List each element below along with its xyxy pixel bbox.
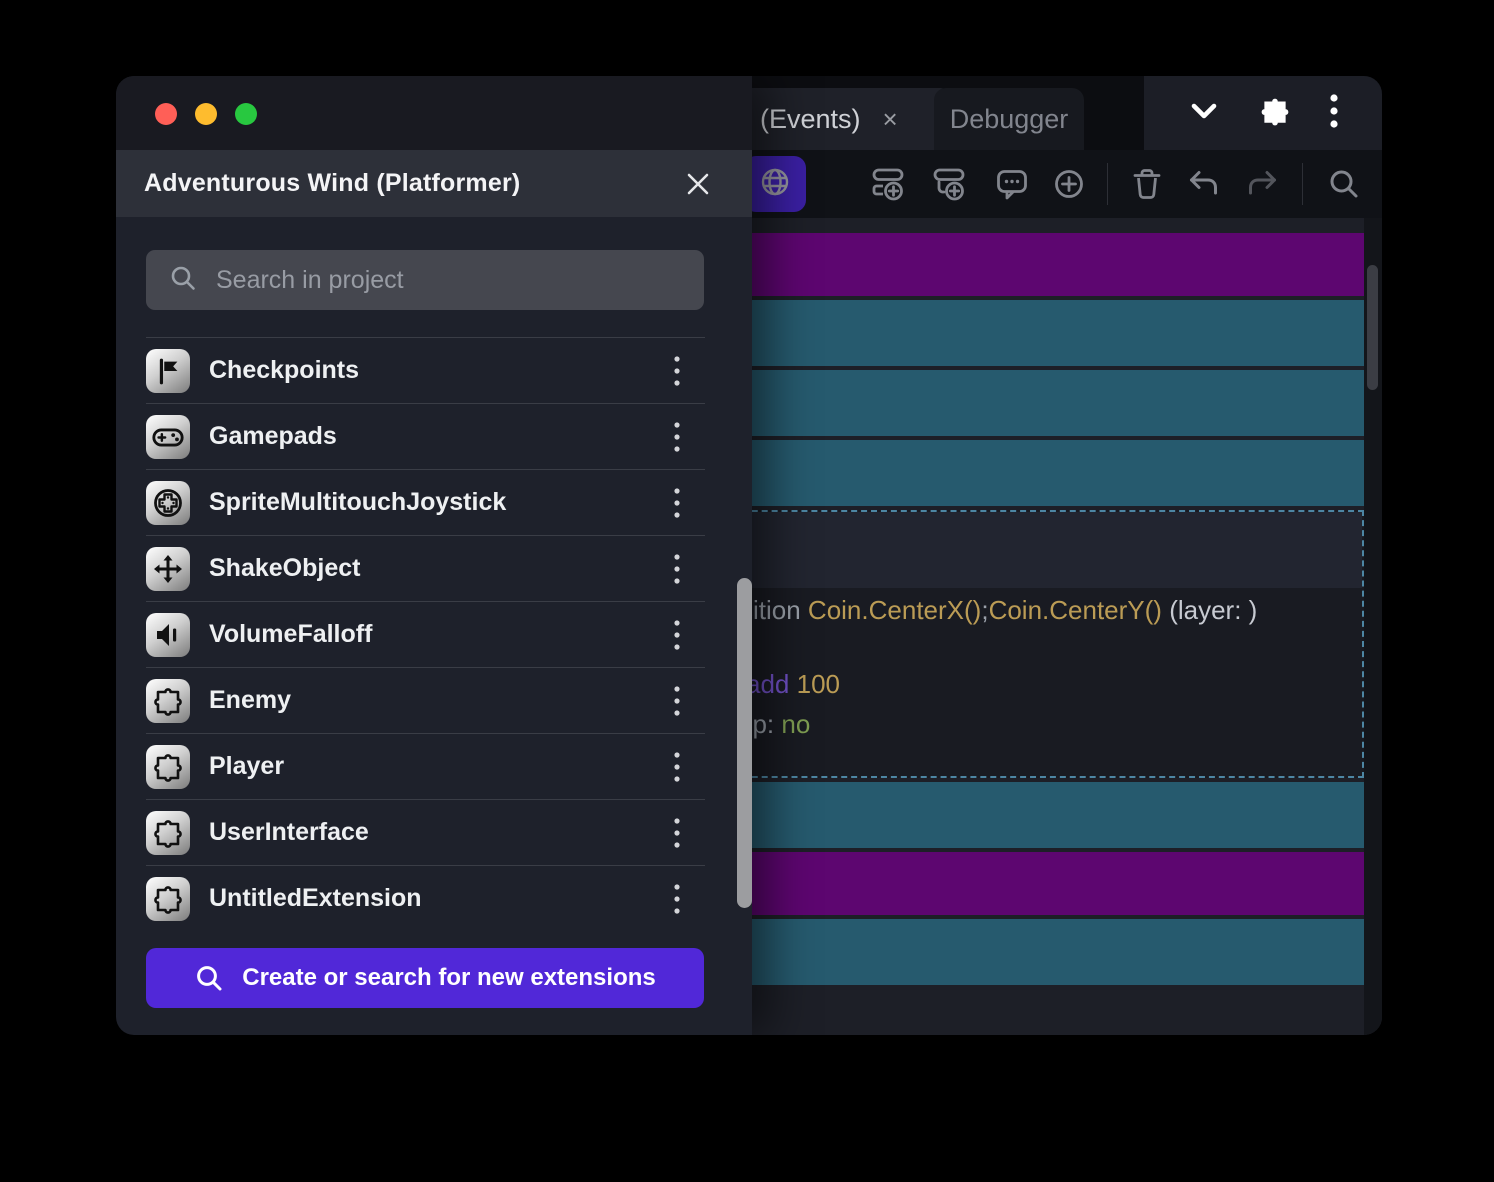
extension-name: Gamepads	[209, 422, 337, 451]
puzzle-icon	[146, 877, 190, 921]
event-condition-area[interactable]	[752, 512, 1362, 588]
events-rows: sition Coin.CenterX();Coin.CenterY() (la…	[752, 218, 1364, 989]
undo-icon[interactable]	[1182, 150, 1226, 218]
kebab-menu-icon[interactable]	[1329, 91, 1339, 136]
extension-list-item[interactable]: VolumeFalloff	[146, 601, 705, 667]
event-action-text: sition Coin.CenterX();Coin.CenterY() (la…	[752, 594, 1362, 626]
item-menu-icon[interactable]	[673, 882, 681, 916]
window-titlebar	[116, 76, 752, 150]
events-toolbar	[752, 150, 1382, 218]
extension-list-item[interactable]: Player	[146, 733, 705, 799]
puzzle-icon	[146, 811, 190, 855]
extension-list-item[interactable]: SpriteMultitouchJoystick	[146, 469, 705, 535]
minimize-window-button[interactable]	[195, 103, 217, 125]
project-search[interactable]	[146, 250, 704, 310]
extension-list-item[interactable]: ShakeObject	[146, 535, 705, 601]
item-menu-icon[interactable]	[673, 486, 681, 520]
create-extension-button[interactable]: Create or search for new extensions	[146, 948, 704, 1008]
extension-name: Checkpoints	[209, 356, 359, 385]
event-row-teal[interactable]	[752, 782, 1364, 848]
search-icon	[168, 263, 198, 298]
close-window-button[interactable]	[155, 103, 177, 125]
extension-name: Enemy	[209, 686, 291, 715]
extension-list-item[interactable]: Gamepads	[146, 403, 705, 469]
desktop-background: (Events) × Debugger	[0, 0, 1494, 1182]
toolbar-divider	[1302, 163, 1303, 205]
close-tab-icon[interactable]: ×	[883, 106, 898, 132]
globe-icon	[759, 166, 791, 203]
add-circle-icon[interactable]	[1047, 150, 1091, 218]
window-corner-actions	[1144, 76, 1382, 150]
extension-list-item[interactable]: Enemy	[146, 667, 705, 733]
create-extension-label: Create or search for new extensions	[242, 964, 655, 992]
puzzle-icon	[146, 745, 190, 789]
search-icon	[194, 963, 224, 993]
item-menu-icon[interactable]	[673, 816, 681, 850]
event-row-teal[interactable]	[752, 919, 1364, 985]
extension-name: Player	[209, 752, 284, 781]
event-action-text: op: no	[752, 708, 1362, 740]
item-menu-icon[interactable]	[673, 420, 681, 454]
extension-name: VolumeFalloff	[209, 620, 372, 649]
tab-events-label: (Events)	[760, 104, 861, 135]
item-menu-icon[interactable]	[673, 750, 681, 784]
globe-button[interactable]	[744, 156, 806, 212]
toolbar-divider	[1107, 163, 1108, 205]
add-subevent-icon[interactable]	[928, 150, 972, 218]
panel-title: Adventurous Wind (Platformer)	[144, 169, 520, 198]
close-panel-icon[interactable]	[684, 170, 712, 198]
zoom-window-button[interactable]	[235, 103, 257, 125]
gamepad-icon	[146, 415, 190, 459]
event-row-purple[interactable]	[752, 852, 1364, 915]
puzzle-icon[interactable]	[1258, 94, 1292, 133]
tab-debugger-label: Debugger	[950, 104, 1069, 135]
event-row-selected[interactable]: sition Coin.CenterX();Coin.CenterY() (la…	[752, 510, 1364, 778]
volume-icon	[146, 613, 190, 657]
move-icon	[146, 547, 190, 591]
item-menu-icon[interactable]	[673, 354, 681, 388]
events-editor: (Events) × Debugger	[752, 76, 1382, 1035]
tab-debugger[interactable]: Debugger	[934, 88, 1084, 150]
app-window: (Events) × Debugger	[116, 76, 1382, 1035]
extension-name: UserInterface	[209, 818, 369, 847]
event-row-teal[interactable]	[752, 440, 1364, 506]
extension-list-item[interactable]: Checkpoints	[146, 337, 705, 403]
extension-name: UntitledExtension	[209, 884, 422, 913]
puzzle-icon	[146, 679, 190, 723]
panel-header: Adventurous Wind (Platformer)	[116, 150, 752, 217]
tab-bar: (Events) × Debugger	[752, 76, 1382, 150]
chevron-down-icon[interactable]	[1187, 99, 1221, 128]
item-menu-icon[interactable]	[673, 684, 681, 718]
event-action-area[interactable]: sition Coin.CenterX();Coin.CenterY() (la…	[752, 588, 1362, 740]
flag-icon	[146, 349, 190, 393]
add-comment-icon[interactable]	[990, 150, 1034, 218]
search-input[interactable]	[214, 265, 704, 296]
events-scrollbar-thumb[interactable]	[1367, 265, 1378, 390]
event-row-teal[interactable]	[752, 370, 1364, 436]
joystick-icon	[146, 481, 190, 525]
extension-name: SpriteMultitouchJoystick	[209, 488, 506, 517]
item-menu-icon[interactable]	[673, 618, 681, 652]
event-action-text: add 100	[752, 668, 1362, 700]
extension-name: ShakeObject	[209, 554, 360, 583]
events-sheet: sition Coin.CenterX();Coin.CenterY() (la…	[752, 218, 1364, 1035]
search-icon[interactable]	[1322, 150, 1366, 218]
add-event-icon[interactable]	[867, 150, 911, 218]
tab-events[interactable]: (Events) ×	[732, 88, 952, 150]
events-scrollbar[interactable]	[1364, 218, 1382, 1035]
project-manager-panel: Adventurous Wind (Platformer) Checkpoint…	[116, 76, 752, 1035]
delete-icon[interactable]	[1125, 150, 1169, 218]
extension-list-item[interactable]: UserInterface	[146, 799, 705, 865]
event-row-teal[interactable]	[752, 300, 1364, 366]
redo-icon[interactable]	[1240, 150, 1284, 218]
extension-list-item[interactable]: UntitledExtension	[146, 865, 705, 931]
event-row-purple[interactable]	[752, 233, 1364, 296]
extensions-list: Checkpoints Gamepads SpriteMultitouchJoy…	[146, 337, 705, 931]
panel-scrollbar-thumb[interactable]	[737, 578, 752, 908]
item-menu-icon[interactable]	[673, 552, 681, 586]
